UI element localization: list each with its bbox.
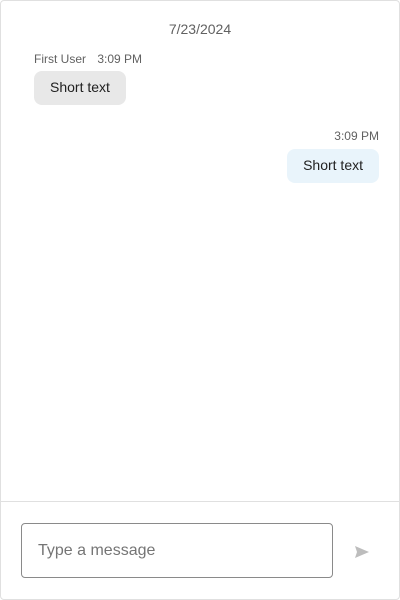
- send-icon: [349, 540, 373, 564]
- incoming-message-bubble: Short text: [34, 71, 126, 105]
- outgoing-message-meta: 3:09 PM: [334, 129, 379, 143]
- message-input[interactable]: [21, 523, 333, 578]
- send-button[interactable]: [349, 540, 373, 564]
- message-list: 7/23/2024 First User 3:09 PM Short text …: [1, 1, 399, 501]
- message-composer: [1, 501, 399, 600]
- incoming-message-meta: First User 3:09 PM: [34, 52, 142, 66]
- message-author: First User: [34, 52, 86, 66]
- date-separator: 7/23/2024: [168, 21, 232, 37]
- message-time: 3:09 PM: [334, 129, 379, 143]
- chat-window: 7/23/2024 First User 3:09 PM Short text …: [0, 0, 400, 600]
- message-time: 3:09 PM: [97, 52, 143, 66]
- outgoing-message-bubble: Short text: [287, 149, 379, 183]
